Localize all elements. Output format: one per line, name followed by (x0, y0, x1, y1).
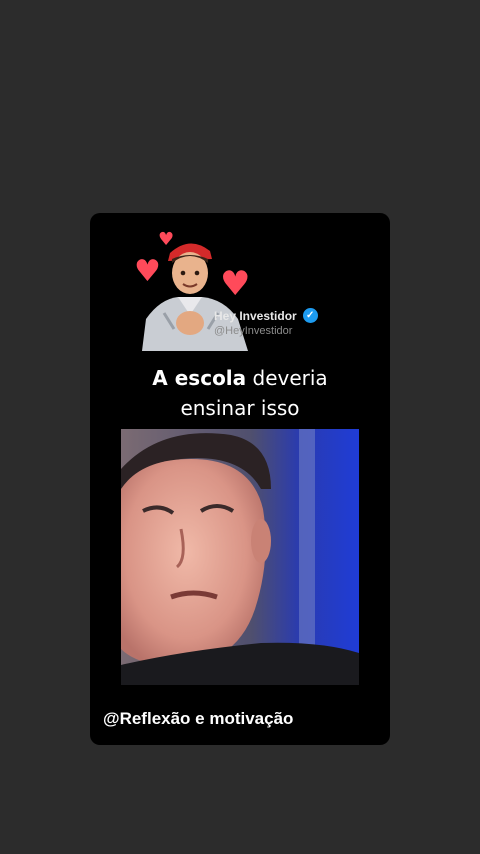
caption: @Reflexão e motivação (103, 709, 294, 728)
headline: A escola deveria ensinar isso (90, 363, 390, 423)
headline-line1: A escola deveria (90, 363, 390, 393)
video-frame (121, 429, 359, 685)
profile-name: Hey Investidor ✓ (214, 308, 318, 323)
headline-rest: deveria (252, 366, 328, 390)
headline-line2: ensinar isso (180, 396, 300, 420)
screen: ♥ ♥ ♥ Hey Investidor ✓ @HeyInvestidor A … (0, 0, 480, 854)
profile-name-text: Hey Investidor (214, 308, 297, 323)
profile-handle: @HeyInvestidor (214, 325, 293, 337)
verified-badge-icon: ✓ (302, 308, 318, 323)
video-player[interactable] (121, 429, 359, 685)
profile-info[interactable]: Hey Investidor ✓ @HeyInvestidor (214, 308, 318, 337)
headline-bold: A escola (152, 366, 247, 390)
story-card[interactable]: ♥ ♥ ♥ Hey Investidor ✓ @HeyInvestidor A … (90, 213, 390, 745)
